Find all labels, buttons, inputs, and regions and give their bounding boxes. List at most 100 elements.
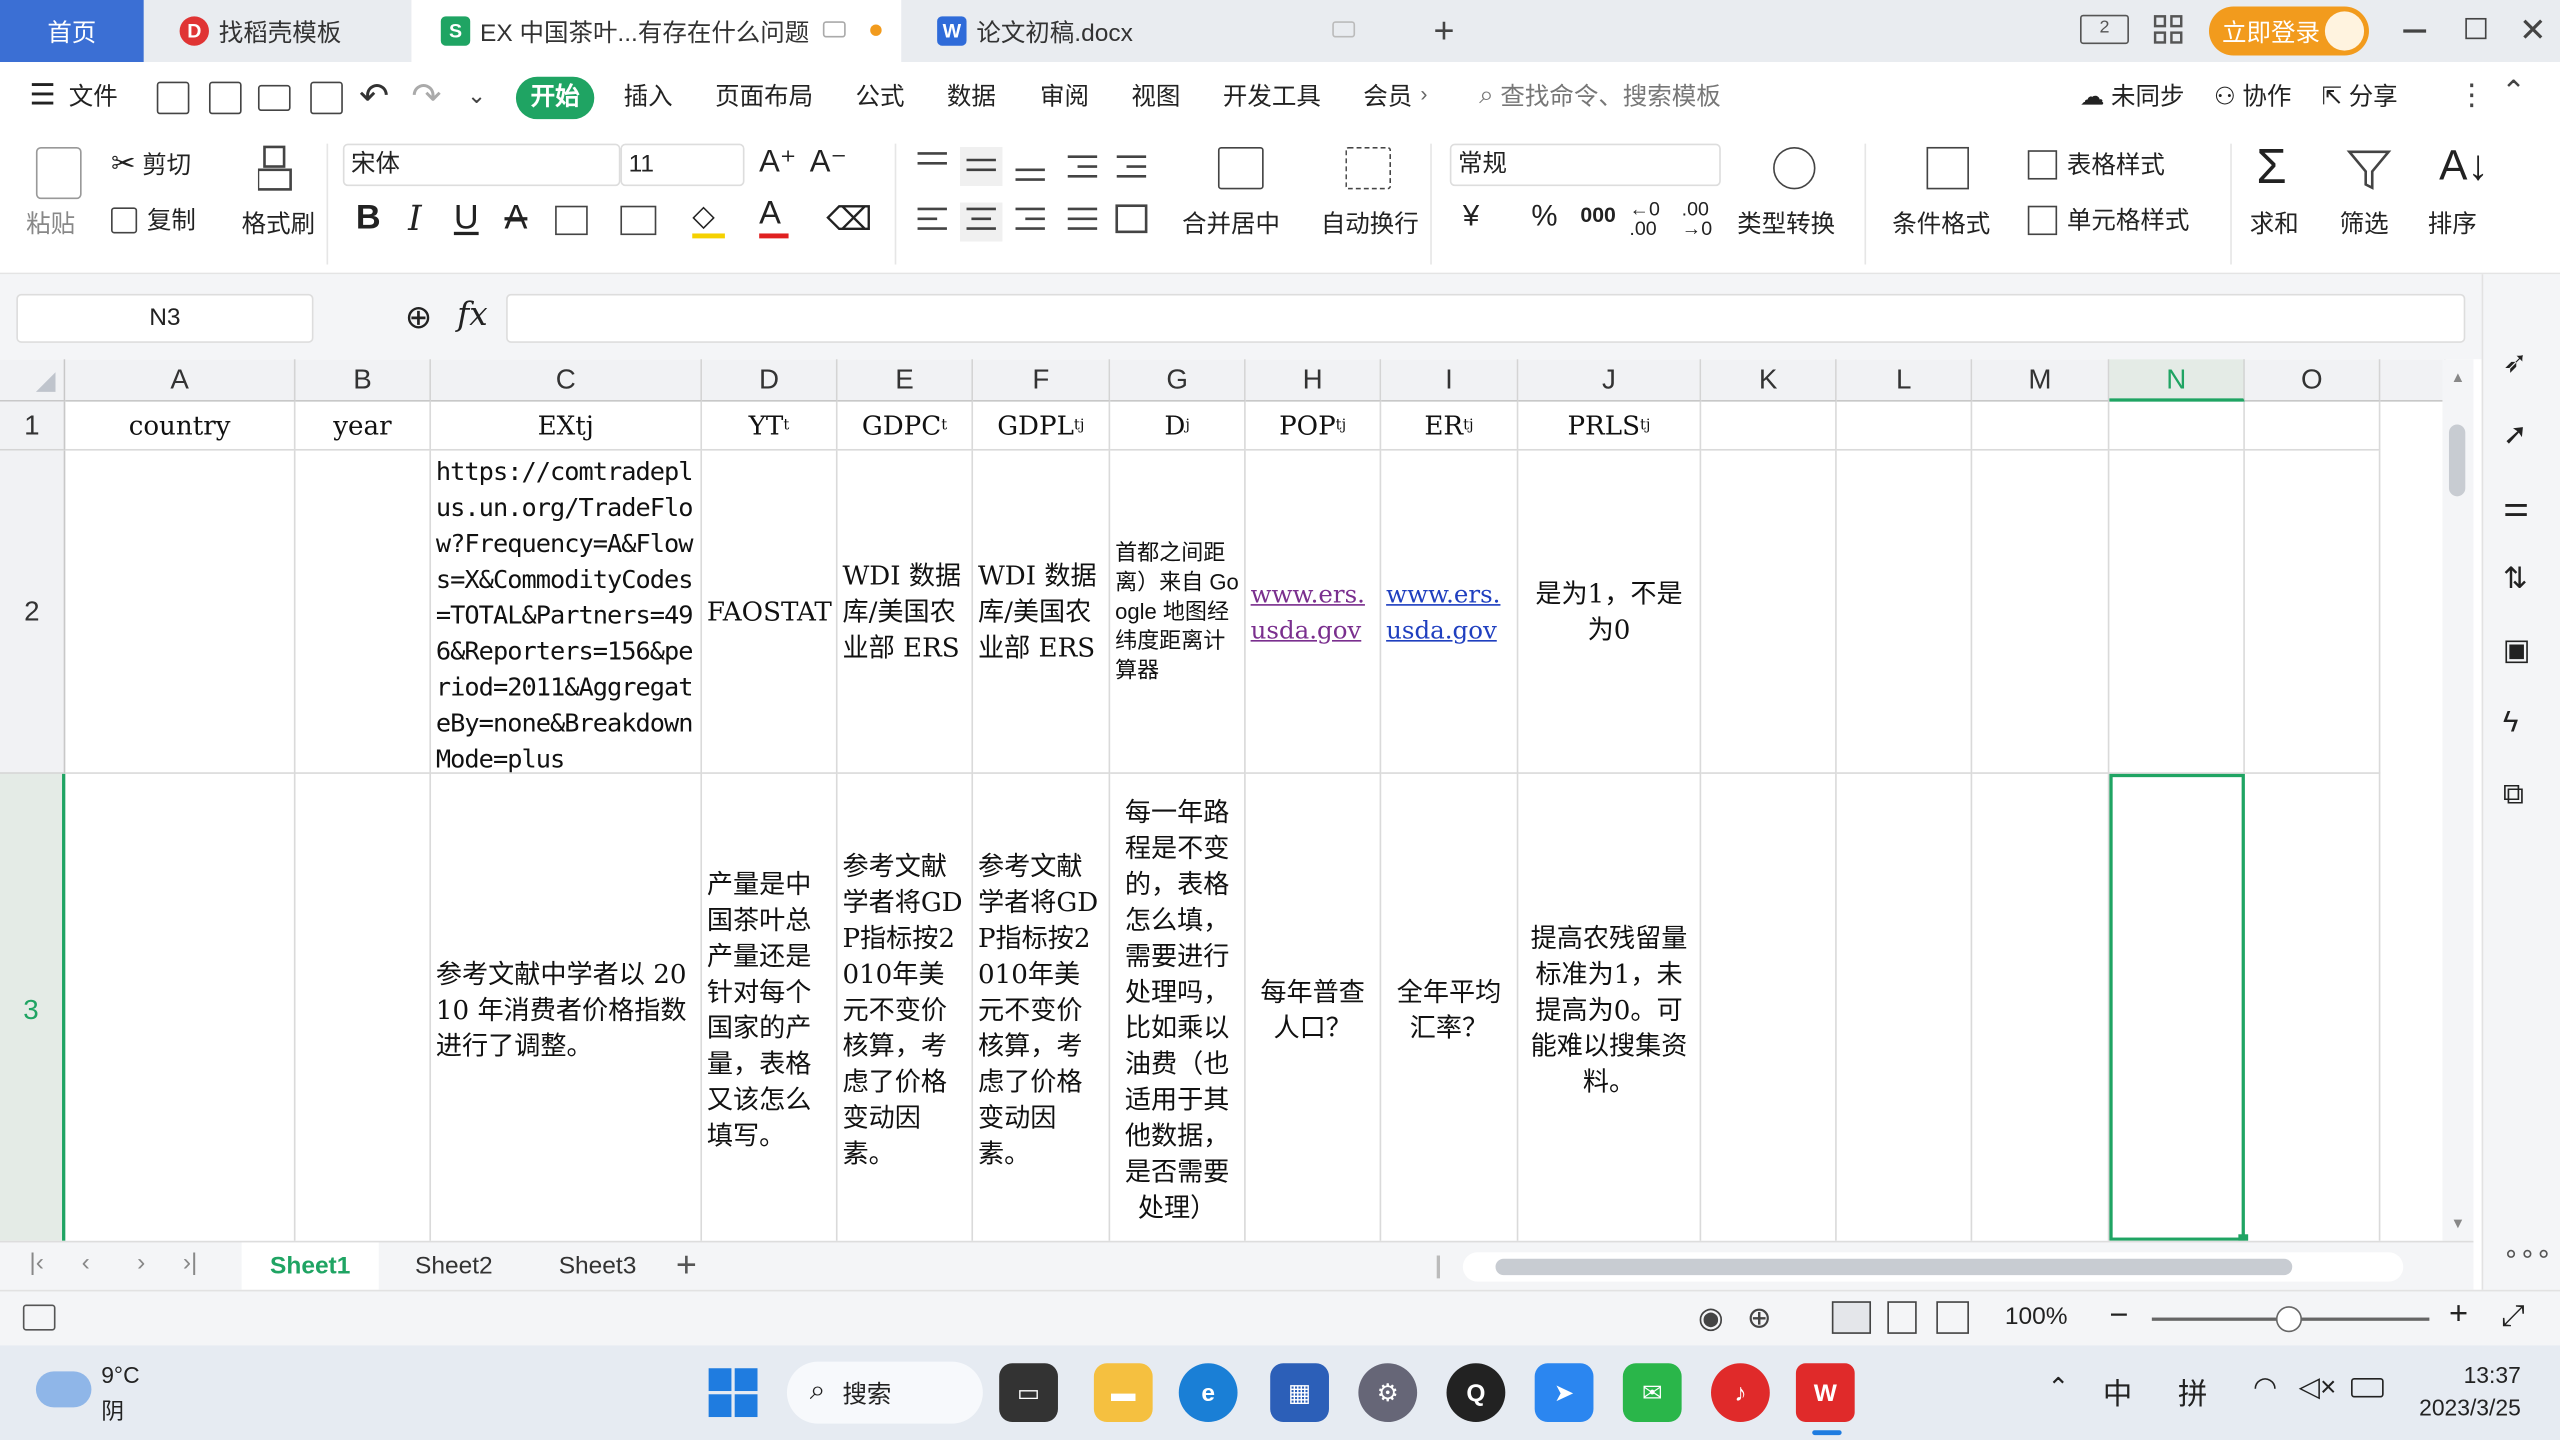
column-header-i[interactable]: I xyxy=(1381,359,1519,402)
cell-o1[interactable] xyxy=(2244,401,2381,451)
wps-icon[interactable]: W xyxy=(1795,1363,1855,1423)
eye-protect-icon[interactable]: ◉ xyxy=(1698,1301,1724,1335)
more-horizontal-icon[interactable]: ∘∘∘ xyxy=(2503,1238,2552,1274)
tab-data[interactable]: 数据 xyxy=(947,78,996,117)
column-header-b[interactable]: B xyxy=(295,359,432,402)
sort-button[interactable]: 排序 xyxy=(2428,206,2477,240)
cell-n1[interactable] xyxy=(2109,401,2245,451)
paste-button[interactable]: 粘贴 xyxy=(26,206,75,240)
cell-j1[interactable]: PRLS tj xyxy=(1518,401,1702,451)
font-name-select[interactable]: 宋体 xyxy=(342,143,621,187)
row-header-2[interactable]: 2 xyxy=(0,450,66,774)
format-painter-button[interactable]: 格式刷 xyxy=(242,206,315,240)
cell-a1[interactable]: country xyxy=(65,401,296,451)
cell-h1[interactable]: POP tj xyxy=(1245,401,1382,451)
clock-date[interactable]: 2023/3/25 xyxy=(2410,1394,2521,1420)
column-header-m[interactable]: M xyxy=(1972,359,2110,402)
minimize-icon[interactable] xyxy=(2403,29,2427,32)
strikethrough-icon[interactable]: A xyxy=(504,199,527,238)
battery-icon[interactable] xyxy=(2351,1377,2384,1398)
add-sheet-icon[interactable]: + xyxy=(676,1244,697,1286)
cell-k3[interactable] xyxy=(1701,773,1837,1241)
macro-record-icon[interactable] xyxy=(22,1304,56,1331)
column-header-l[interactable]: L xyxy=(1836,359,1973,402)
zoom-search-icon[interactable]: ⊕ xyxy=(405,297,432,338)
cell-f3[interactable]: 参考文献学者将GDP指标按2010年美元不变价核算，考虑了价格变动因素。 xyxy=(973,773,1111,1241)
underline-icon[interactable]: U xyxy=(454,199,479,238)
tab-member[interactable]: 会员 xyxy=(1363,78,1412,117)
cell-c1[interactable]: EXtj xyxy=(431,401,703,451)
cell-i1[interactable]: ER tj xyxy=(1381,401,1519,451)
italic-icon[interactable]: I xyxy=(408,199,422,238)
feishu-icon[interactable]: ➤ xyxy=(1534,1363,1594,1423)
file-explorer-icon[interactable]: ▬ xyxy=(1093,1363,1153,1423)
sum-icon[interactable]: Σ xyxy=(2256,140,2286,196)
filter-icon[interactable] xyxy=(2346,147,2392,193)
edge-browser-icon[interactable]: e xyxy=(1178,1363,1238,1423)
export-icon[interactable] xyxy=(208,81,242,115)
type-convert-icon[interactable] xyxy=(1773,146,1816,190)
formula-input[interactable] xyxy=(506,293,2466,343)
cell-b2[interactable] xyxy=(295,450,432,774)
file-menu[interactable]: ☰ 文件 xyxy=(29,78,117,112)
row-header-3[interactable]: 3 xyxy=(0,773,66,1241)
number-format-select[interactable]: 常规 xyxy=(1449,143,1721,187)
h-scroll-thumb[interactable] xyxy=(1495,1258,2293,1276)
thousands-separator-icon[interactable]: 000 xyxy=(1580,202,1615,226)
prev-sheet-icon[interactable]: ‹ xyxy=(82,1249,90,1277)
weather-temp[interactable]: 9°C xyxy=(101,1362,139,1388)
cell-j2[interactable]: 是为1，不是为0 xyxy=(1518,450,1702,774)
cell-a3[interactable] xyxy=(65,773,296,1241)
chevron-right-icon[interactable]: › xyxy=(1420,82,1427,106)
wrap-text-button[interactable]: 自动换行 xyxy=(1321,206,1419,240)
merge-center-icon[interactable] xyxy=(1217,146,1264,190)
select-all-corner[interactable] xyxy=(0,359,66,402)
column-header-j[interactable]: J xyxy=(1518,359,1702,402)
page-layout-view-icon[interactable] xyxy=(1936,1301,1969,1334)
collab-button[interactable]: ⚇ 协作 xyxy=(2214,78,2291,112)
name-box[interactable]: N3 xyxy=(16,293,314,343)
increase-decimal-icon[interactable]: ←0.00 xyxy=(1629,199,1660,238)
apps-grid-icon[interactable] xyxy=(2152,13,2185,46)
function-icon[interactable]: fx xyxy=(457,294,488,333)
tab-formula[interactable]: 公式 xyxy=(856,78,905,117)
cell-h2[interactable]: www.ers.usda.gov xyxy=(1245,450,1382,774)
sum-button[interactable]: 求和 xyxy=(2250,206,2299,240)
cell-b1[interactable]: year xyxy=(295,401,432,451)
ers-link[interactable]: www.ers.usda.gov xyxy=(1251,576,1375,648)
clock-time[interactable]: 13:37 xyxy=(2462,1362,2521,1388)
wechat-icon[interactable]: ✉ xyxy=(1622,1363,1682,1423)
cell-b3[interactable] xyxy=(296,773,432,1241)
sheet-tab-3[interactable]: Sheet3 xyxy=(529,1242,666,1291)
tab-view[interactable]: 视图 xyxy=(1131,78,1180,117)
scroll-thumb[interactable] xyxy=(2448,424,2466,497)
tray-expand-icon[interactable]: ⌃ xyxy=(2047,1371,2069,1404)
transform-icon[interactable]: ⇅ xyxy=(2503,562,2539,598)
tab-review[interactable]: 审阅 xyxy=(1040,78,1089,117)
new-tab-icon[interactable]: + xyxy=(1433,10,1454,52)
tab-dev-tools[interactable]: 开发工具 xyxy=(1223,78,1321,117)
sheet-tab-2[interactable]: Sheet2 xyxy=(385,1242,522,1291)
word-doc-tab[interactable]: W 论文初稿.docx xyxy=(907,0,1398,63)
rocket-icon[interactable]: ➶ xyxy=(2503,346,2539,382)
cell-d3[interactable]: 产量是中国茶叶总产量还是针对每个国家的产量，表格又该怎么填写。 xyxy=(702,773,838,1241)
first-sheet-icon[interactable]: |‹ xyxy=(29,1249,44,1277)
cell-m1[interactable] xyxy=(1972,401,2110,451)
cell-o2[interactable] xyxy=(2244,450,2381,774)
restore-icon[interactable] xyxy=(2465,17,2487,40)
cell-i2[interactable]: www.ers.usda.gov xyxy=(1381,450,1519,774)
normal-view-icon[interactable] xyxy=(1831,1301,1872,1334)
taskbar-search[interactable]: ⌕ 搜索 xyxy=(786,1361,983,1424)
weather-cloud-icon[interactable] xyxy=(35,1371,92,1408)
command-search[interactable]: ⌕ 查找命令、搜索模板 xyxy=(1479,78,1721,112)
page-break-view-icon[interactable] xyxy=(1887,1301,1917,1334)
cell-f1[interactable]: GDPL tj xyxy=(973,401,1111,451)
column-header-o[interactable]: O xyxy=(2244,359,2381,402)
vertical-align-group[interactable] xyxy=(914,146,1159,187)
column-header-d[interactable]: D xyxy=(702,359,838,402)
filter-button[interactable]: 筛选 xyxy=(2340,206,2389,240)
tab-start[interactable]: 开始 xyxy=(515,76,595,120)
vertical-scrollbar[interactable]: ▲ ▼ xyxy=(2442,359,2474,1241)
font-size-select[interactable]: 11 xyxy=(620,143,745,187)
eraser-icon[interactable]: ⌫ xyxy=(826,199,872,240)
